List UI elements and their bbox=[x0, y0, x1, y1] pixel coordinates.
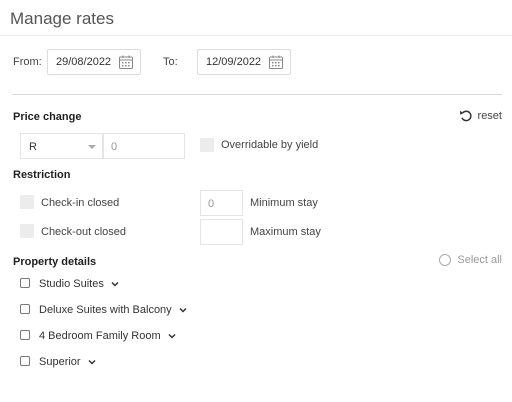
reset-button[interactable]: reset bbox=[459, 109, 502, 122]
price-type-select[interactable]: R bbox=[20, 133, 103, 159]
property-checkbox[interactable] bbox=[20, 356, 30, 366]
property-item[interactable]: 4 Bedroom Family Room bbox=[39, 330, 177, 342]
max-stay-input[interactable] bbox=[200, 219, 243, 245]
to-date-field[interactable]: 12/09/2022 bbox=[197, 49, 291, 75]
checkout-closed-label: Check-out closed bbox=[41, 226, 126, 238]
checkin-closed-label: Check-in closed bbox=[41, 197, 120, 209]
overridable-label: Overridable by yield bbox=[221, 139, 319, 151]
caret-down-icon bbox=[88, 145, 96, 149]
property-checkbox[interactable] bbox=[20, 304, 30, 314]
chevron-down-icon[interactable] bbox=[87, 357, 97, 367]
from-date-field[interactable]: 29/08/2022 bbox=[47, 49, 141, 75]
chevron-down-icon[interactable] bbox=[110, 279, 120, 289]
from-date-value: 29/08/2022 bbox=[56, 56, 112, 68]
select-all-radio[interactable] bbox=[439, 254, 452, 266]
min-stay-input[interactable]: 0 bbox=[200, 190, 243, 216]
calendar-icon[interactable] bbox=[268, 54, 284, 70]
min-stay-value: 0 bbox=[208, 198, 215, 210]
min-stay-label: Minimum stay bbox=[250, 197, 318, 209]
property-checkbox[interactable] bbox=[20, 330, 30, 340]
to-date-value: 12/09/2022 bbox=[206, 56, 262, 68]
property-item[interactable]: Superior bbox=[39, 356, 97, 368]
checkin-closed-checkbox[interactable] bbox=[20, 195, 34, 209]
overridable-checkbox[interactable] bbox=[200, 138, 214, 152]
property-checkbox[interactable] bbox=[20, 278, 30, 288]
property-item[interactable]: Deluxe Suites with Balcony bbox=[39, 304, 188, 316]
checkout-closed-checkbox[interactable] bbox=[20, 224, 34, 238]
to-label: To: bbox=[163, 56, 178, 68]
property-item-label: Deluxe Suites with Balcony bbox=[39, 304, 172, 316]
calendar-icon[interactable] bbox=[118, 54, 134, 70]
property-item[interactable]: Studio Suites bbox=[39, 278, 120, 290]
from-label: From: bbox=[13, 56, 42, 68]
chevron-down-icon[interactable] bbox=[167, 331, 177, 341]
reset-label: reset bbox=[477, 109, 502, 122]
price-type-value: R bbox=[29, 141, 37, 153]
select-all-option[interactable]: Select all bbox=[439, 254, 502, 266]
price-amount-value: 0 bbox=[111, 141, 118, 153]
section-divider bbox=[12, 94, 502, 95]
undo-icon bbox=[459, 110, 472, 122]
title-divider bbox=[0, 35, 512, 36]
property-item-label: Studio Suites bbox=[39, 278, 104, 290]
property-item-label: Superior bbox=[39, 356, 81, 368]
price-amount-input[interactable]: 0 bbox=[103, 133, 185, 159]
restriction-heading: Restriction bbox=[13, 169, 71, 181]
property-item-label: 4 Bedroom Family Room bbox=[39, 330, 161, 342]
price-change-heading: Price change bbox=[13, 111, 82, 123]
property-details-heading: Property details bbox=[13, 256, 97, 268]
max-stay-label: Maximum stay bbox=[250, 226, 321, 238]
select-all-label: Select all bbox=[457, 254, 502, 266]
chevron-down-icon[interactable] bbox=[178, 305, 188, 315]
page-title: Manage rates bbox=[10, 9, 114, 28]
